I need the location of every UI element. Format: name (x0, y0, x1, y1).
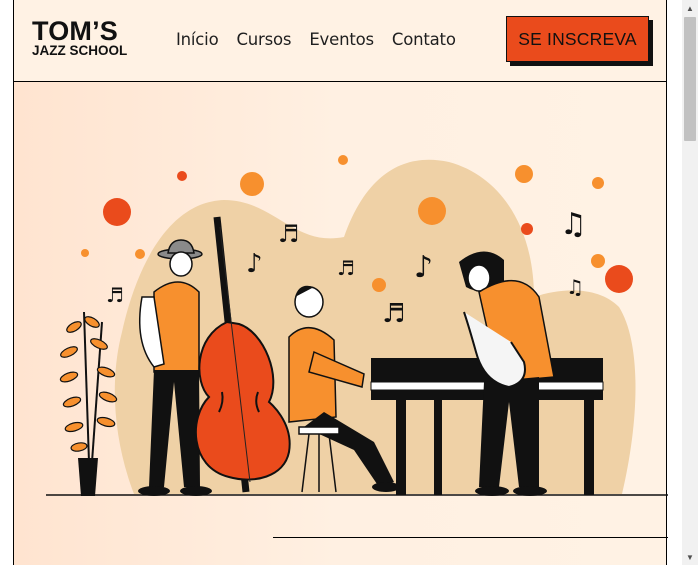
nav-link-inicio[interactable]: Início (176, 30, 219, 49)
nav-link-contato[interactable]: Contato (392, 30, 456, 49)
logo-title: TOM’S (32, 16, 119, 46)
scroll-up-icon[interactable]: ▲ (682, 0, 698, 16)
logo[interactable]: TOM’S JAZZ SCHOOL (32, 18, 127, 58)
hero-divider (273, 537, 668, 538)
svg-text:♬: ♬ (278, 220, 300, 248)
svg-text:♪: ♪ (414, 250, 433, 285)
nav-link-cursos[interactable]: Cursos (236, 30, 291, 49)
svg-text:♫: ♫ (560, 207, 587, 242)
page: TOM’S JAZZ SCHOOL Início Cursos Eventos … (0, 0, 682, 565)
nav-link-eventos[interactable]: Eventos (309, 30, 374, 49)
svg-text:♬: ♬ (106, 283, 124, 307)
main-nav: Início Cursos Eventos Contato (176, 30, 456, 49)
logo-subtitle: JAZZ SCHOOL (32, 43, 128, 58)
svg-text:♪: ♪ (246, 249, 263, 279)
potted-plant (59, 311, 118, 496)
scroll-down-icon[interactable]: ▼ (682, 549, 698, 565)
signup-button-wrap: SE INSCREVA (506, 16, 653, 66)
hero-section: ♬ ♪ ♬ ♬ ♪ ♬ ♫ ♫ (13, 82, 668, 565)
scrollbar-thumb[interactable] (684, 17, 696, 141)
svg-text:♬: ♬ (382, 299, 405, 329)
svg-text:♬: ♬ (337, 256, 355, 280)
signup-button[interactable]: SE INSCREVA (506, 16, 649, 62)
svg-text:♫: ♫ (566, 275, 584, 299)
site-header: TOM’S JAZZ SCHOOL Início Cursos Eventos … (13, 0, 667, 82)
scrollbar[interactable]: ▲ ▼ (682, 0, 698, 565)
jazz-band-illustration: ♬ ♪ ♬ ♬ ♪ ♬ ♫ ♫ (46, 155, 668, 496)
